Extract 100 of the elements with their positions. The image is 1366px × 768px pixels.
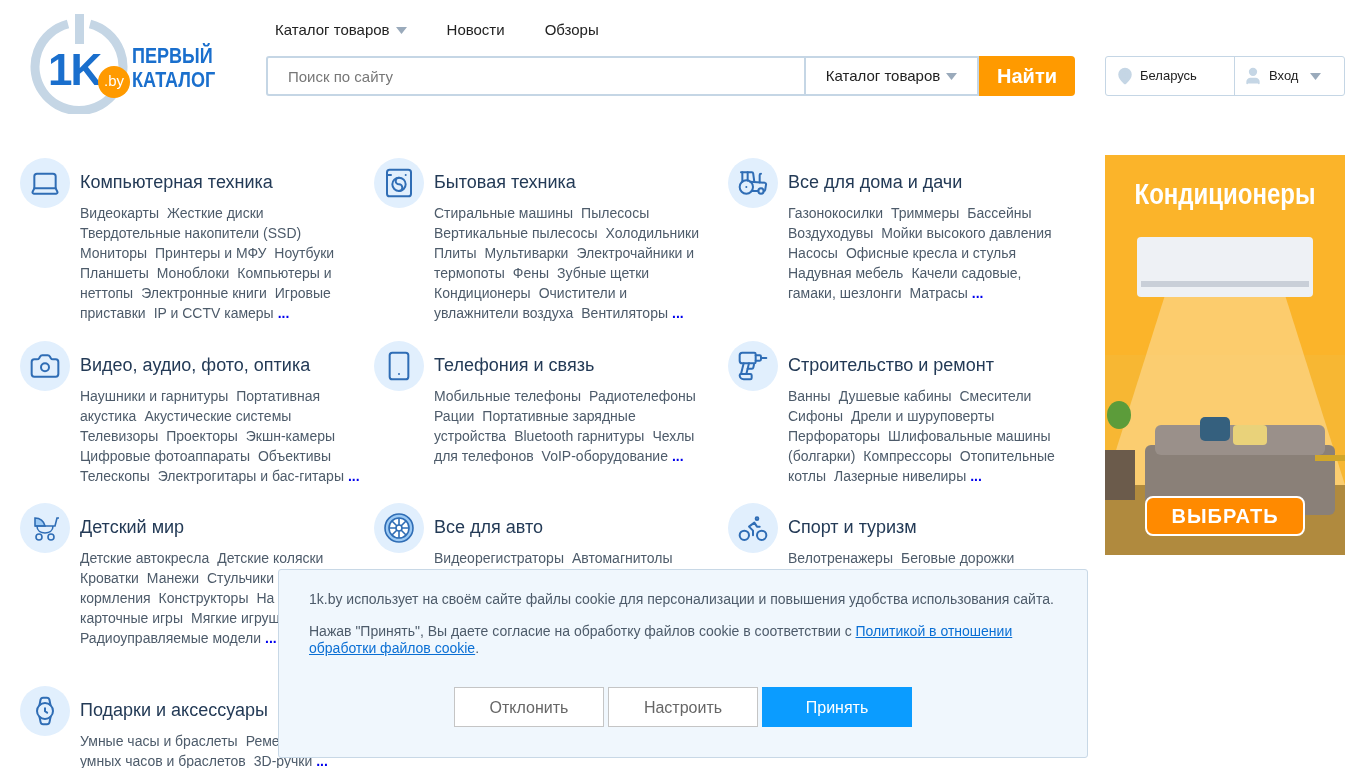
category-link[interactable]: Жесткие диски: [167, 203, 264, 223]
policy-link[interactable]: Политикой в отношении: [855, 623, 1013, 640]
category-link[interactable]: Наушники и гарнитуры: [80, 386, 229, 406]
category-link[interactable]: Мойки высокого давления: [881, 223, 1052, 243]
category-link[interactable]: увлажнители воздуха: [434, 303, 574, 323]
category-link[interactable]: Стиральные машины: [434, 203, 574, 223]
category-link[interactable]: Детские коляски: [217, 548, 324, 568]
category-link[interactable]: Смесители: [959, 386, 1032, 406]
category-link[interactable]: умных часов и браслетов: [80, 751, 246, 768]
category-link[interactable]: Качели садовые,: [911, 263, 1022, 283]
category-link[interactable]: Умные часы и браслеты: [80, 731, 238, 751]
category-link[interactable]: Бассейны: [967, 203, 1032, 223]
more-link[interactable]: ...: [671, 446, 684, 466]
nav-link[interactable]: Новости: [446, 18, 505, 42]
category-link[interactable]: Офисные кресла и стулья: [845, 243, 1017, 263]
more-link[interactable]: ...: [970, 466, 982, 486]
category-link[interactable]: Конструкторы: [158, 588, 249, 608]
nav-link[interactable]: Обзоры: [544, 18, 599, 42]
catalog-select[interactable]: Каталог товаров: [806, 56, 979, 96]
category-link[interactable]: Вертикальные пылесосы: [434, 223, 598, 243]
category-link[interactable]: Фены: [512, 263, 549, 283]
category-link[interactable]: (болгарки): [788, 446, 856, 466]
category-title[interactable]: Детский мир: [80, 515, 324, 539]
category-link[interactable]: гамаки, шезлонги: [788, 283, 902, 303]
category-link[interactable]: котлы: [788, 466, 827, 486]
category-link[interactable]: Холодильники: [605, 223, 699, 243]
category-link[interactable]: Сифоны: [788, 406, 844, 426]
category-link[interactable]: термопоты: [434, 263, 505, 283]
category-link[interactable]: Телескопы: [80, 466, 150, 486]
category-title[interactable]: Строительство и ремонт: [788, 353, 1055, 377]
category-link[interactable]: Шлифовальные машины: [888, 426, 1051, 446]
category-link[interactable]: Мобильные телефоны: [434, 386, 581, 406]
category-link[interactable]: Стульчики: [207, 568, 274, 588]
category-link[interactable]: Кроватки: [80, 568, 139, 588]
category-link[interactable]: Насосы: [788, 243, 838, 263]
category-link[interactable]: Электрочайники и: [576, 243, 695, 263]
category-link[interactable]: Акустические системы: [144, 406, 292, 426]
category-link[interactable]: Матрасы: [909, 283, 968, 303]
category-link[interactable]: кормления: [80, 588, 151, 608]
category-link[interactable]: Bluetooth гарнитуры: [514, 426, 645, 446]
category-link[interactable]: Радиоуправляемые модели: [80, 628, 262, 648]
category-link[interactable]: Компрессоры: [863, 446, 952, 466]
login-button[interactable]: Вход: [1235, 57, 1322, 95]
secondary-button[interactable]: Настроить: [608, 687, 758, 727]
category-link[interactable]: Кондиционеры: [434, 283, 531, 303]
category-link[interactable]: Лазерные нивелиры: [834, 466, 967, 486]
category-link[interactable]: Плиты: [434, 243, 477, 263]
category-link[interactable]: Мультиварки: [484, 243, 569, 263]
category-link[interactable]: неттопы: [80, 283, 134, 303]
category-link[interactable]: Реме: [245, 731, 280, 751]
category-link[interactable]: Детские автокресла: [80, 548, 210, 568]
category-title[interactable]: Видео, аудио, фото, оптика: [80, 353, 360, 377]
category-title[interactable]: Все для дома и дачи: [788, 170, 1052, 194]
category-link[interactable]: Телевизоры: [80, 426, 159, 446]
category-link[interactable]: Экшн-камеры: [245, 426, 336, 446]
category-link[interactable]: Видеорегистраторы: [434, 548, 564, 568]
more-link[interactable]: ...: [347, 466, 360, 486]
category-link[interactable]: Душевые кабины: [838, 386, 952, 406]
category-link[interactable]: Зубные щетки: [557, 263, 650, 283]
category-link[interactable]: Дрели и шуруповерты: [851, 406, 995, 426]
secondary-button[interactable]: Отклонить: [454, 687, 604, 727]
category-link[interactable]: Электрогитары и бас-гитары: [157, 466, 344, 486]
category-link[interactable]: Рации: [434, 406, 475, 426]
more-link[interactable]: ...: [277, 303, 290, 323]
category-link[interactable]: Беговые дорожки: [900, 548, 1015, 568]
category-title[interactable]: Бытовая техника: [434, 170, 699, 194]
category-link[interactable]: Проекторы: [166, 426, 238, 446]
category-link[interactable]: Пылесосы: [581, 203, 650, 223]
category-link[interactable]: Портативная: [236, 386, 321, 406]
category-link[interactable]: Воздуходувы: [788, 223, 874, 243]
category-link[interactable]: Перфораторы: [788, 426, 881, 446]
category-link[interactable]: VoIP-оборудование: [541, 446, 668, 466]
category-link[interactable]: Ванны: [788, 386, 831, 406]
category-link[interactable]: Очистители и: [538, 283, 628, 303]
category-link[interactable]: устройства: [434, 426, 507, 446]
category-link[interactable]: Триммеры: [891, 203, 960, 223]
category-link[interactable]: Велотренажеры: [788, 548, 893, 568]
category-title[interactable]: Спорт и туризм: [788, 515, 1015, 539]
category-link[interactable]: Моноблоки: [156, 263, 230, 283]
category-link[interactable]: Радиотелефоны: [589, 386, 696, 406]
category-link[interactable]: карточные игры: [80, 608, 183, 628]
category-link[interactable]: Объективы: [257, 446, 331, 466]
category-link[interactable]: Видеокарты: [80, 203, 160, 223]
region-button[interactable]: Беларусь: [1106, 57, 1235, 95]
category-title[interactable]: Телефония и связь: [434, 353, 696, 377]
search-field[interactable]: Поиск по сайту: [266, 56, 806, 96]
more-link[interactable]: ...: [672, 303, 684, 323]
category-link[interactable]: Отопительные: [959, 446, 1055, 466]
nav-link[interactable]: Каталог товаров: [275, 18, 407, 42]
category-link[interactable]: На: [256, 588, 275, 608]
category-link[interactable]: Электронные книги: [141, 283, 267, 303]
category-link[interactable]: Компьютеры и: [237, 263, 332, 283]
category-link[interactable]: Планшеты: [80, 263, 149, 283]
category-title[interactable]: Компьютерная техника: [80, 170, 335, 194]
category-link[interactable]: Игровые: [274, 283, 331, 303]
category-link[interactable]: Принтеры и МФУ: [155, 243, 267, 263]
more-link[interactable]: ...: [265, 628, 277, 648]
category-link[interactable]: Вентиляторы: [581, 303, 668, 323]
category-link[interactable]: Портативные зарядные: [482, 406, 636, 426]
category-link[interactable]: IP и CCTV камеры: [153, 303, 274, 323]
